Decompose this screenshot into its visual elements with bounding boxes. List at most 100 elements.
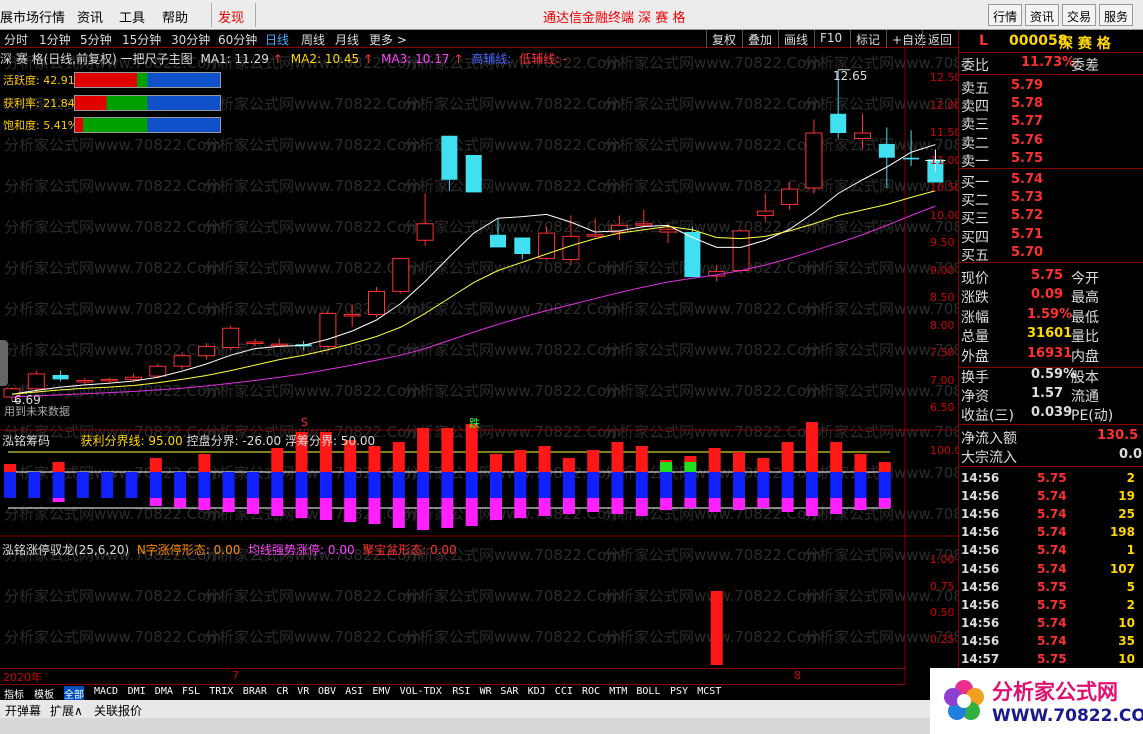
chip-bar-magenta [490, 498, 502, 520]
indicator-tab-cci[interactable]: CCI [555, 686, 573, 697]
period-daily[interactable]: 日线 [265, 31, 289, 48]
menu-help[interactable]: 帮助 [162, 7, 188, 26]
chip-bar-blue [611, 472, 624, 498]
trade-button[interactable]: 交易 [1062, 4, 1097, 26]
period-30min[interactable]: 30分钟 [171, 31, 210, 48]
watermark-text: 分析家公式网www.70822.Com [4, 136, 221, 154]
buy-level-label: 买一 [961, 175, 989, 191]
indicator-tab-obv[interactable]: OBV [318, 686, 336, 697]
indicator-tab-rsi[interactable]: RSI [452, 686, 470, 697]
quote-button[interactable]: 行情 [988, 4, 1023, 26]
menu-market[interactable]: 展市场行情 [0, 7, 65, 26]
candle-body-up [732, 230, 750, 271]
indicator-tab-boll[interactable]: BOLL [636, 686, 660, 697]
saturation-gauge-label: 饱和度: 5.41% [3, 119, 79, 132]
menu-news[interactable]: 资讯 [77, 7, 103, 26]
overlay-button[interactable]: 叠加 [742, 30, 777, 48]
expand-toggle[interactable]: 扩展∧ [50, 702, 83, 719]
ma1-label: MA1: 11.29 [200, 52, 269, 66]
watermark-text: 分析家公式网www.70822.Com [404, 218, 621, 236]
mark-button[interactable]: 标记 [850, 30, 885, 48]
menu-separator [211, 3, 212, 27]
chip-bar-blue [417, 472, 430, 498]
tick-time: 14:56 [961, 597, 1000, 612]
indicator-tab-emv[interactable]: EMV [372, 686, 390, 697]
indicator-tab-trix[interactable]: TRIX [209, 686, 233, 697]
watermark-text: 分析家公式网www.70822.Com [204, 136, 421, 154]
indicator-tab-brar[interactable]: BRAR [243, 686, 267, 697]
indicator-tab-fsl[interactable]: FSL [182, 686, 200, 697]
chip-bar-magenta [514, 498, 527, 518]
chip-bar-blue [635, 472, 648, 498]
date-month-8: 8 [794, 669, 801, 682]
indicator-tab-asi[interactable]: ASI [345, 686, 363, 697]
profit-gauge-bar [74, 95, 221, 111]
related-quotes-tab[interactable]: 关联报价 [94, 702, 142, 719]
side-collapse-handle[interactable] [0, 340, 8, 386]
indicator-tab-psy[interactable]: PSY [670, 686, 688, 697]
candle-body-up [659, 228, 677, 233]
watermark-text: 分析家公式网www.70822.Com [4, 259, 221, 277]
net-inflow-label: 净流入额 [961, 431, 1017, 447]
tick-price: 5.74 [1037, 561, 1067, 576]
period-15min[interactable]: 15分钟 [122, 31, 161, 48]
indicator-tab-voltdx[interactable]: VOL-TDX [400, 686, 442, 697]
chip-bar-red [149, 458, 162, 472]
watermark-text: 分析家公式网www.70822.Com [604, 546, 821, 564]
period-60min[interactable]: 60分钟 [218, 31, 257, 48]
chip-bar-blue [28, 472, 41, 498]
tick-volume: 2 [1126, 597, 1135, 612]
chip-bar-magenta [538, 498, 551, 516]
indicator-tab-[interactable]: 指标 [4, 686, 24, 701]
watermark-text: 分析家公式网www.70822.Com [204, 587, 421, 605]
indicator-tab-sar[interactable]: SAR [500, 686, 518, 697]
menu-discover[interactable]: 发现 [218, 7, 244, 26]
back-button[interactable]: 返回 [922, 30, 957, 48]
indicator-tab-[interactable]: 模板 [34, 686, 54, 701]
kline-chart[interactable]: 分析家公式网www.70822.Com分析家公式网www.70822.Com分析… [0, 48, 958, 684]
period-monthly[interactable]: 月线 [335, 31, 359, 48]
period-more[interactable]: 更多 > [369, 31, 407, 48]
draw-line-button[interactable]: 画线 [778, 30, 813, 48]
indicator-tab-dmi[interactable]: DMI [128, 686, 146, 697]
service-button[interactable]: 服务 [1099, 4, 1134, 26]
chip-bar-blue [4, 472, 16, 498]
chip-bar-magenta [52, 498, 65, 502]
period-5min[interactable]: 5分钟 [80, 31, 112, 48]
indicator-tab-vr[interactable]: VR [297, 686, 309, 697]
chip-bar-red [611, 442, 624, 472]
candle-body-down [514, 237, 531, 254]
indicator-tab-mcst[interactable]: MCST [697, 686, 721, 697]
tick-price: 5.74 [1037, 525, 1067, 540]
danmaku-toggle[interactable]: 开弹幕 [5, 702, 41, 719]
indicator-tab-dma[interactable]: DMA [155, 686, 173, 697]
chip-bar-red [781, 442, 794, 472]
news-button[interactable]: 资讯 [1025, 4, 1060, 26]
tick-volume: 107 [1109, 561, 1135, 576]
indicator-tab-wr[interactable]: WR [480, 686, 492, 697]
chip-bar-magenta [319, 498, 332, 520]
indicator-tab-kdj[interactable]: KDJ [528, 686, 546, 697]
period-weekly[interactable]: 周线 [301, 31, 325, 48]
period-1min[interactable]: 1分钟 [39, 31, 71, 48]
indicator-tab-roc[interactable]: ROC [582, 686, 600, 697]
tick-time: 14:56 [961, 561, 1000, 576]
indicator-tab-mtm[interactable]: MTM [609, 686, 627, 697]
site-logo: 分析家公式网 WWW.70822.COM [930, 668, 1143, 734]
indicator-tab-[interactable]: 全部 [64, 686, 84, 701]
block-inflow-value: 0.0 [1119, 447, 1143, 462]
indicator-tab-cr[interactable]: CR [276, 686, 288, 697]
watermark-text: 分析家公式网www.70822.Com [4, 628, 221, 646]
stock-name: 深 赛 格 [1059, 36, 1111, 52]
chip-bar-blue [781, 472, 794, 498]
chip-bar-blue [52, 472, 65, 498]
f10-button[interactable]: F10 [814, 30, 847, 48]
period-timeshare[interactable]: 分时 [4, 31, 28, 48]
indicator-tab-macd[interactable]: MACD [94, 686, 118, 697]
chip-bar-magenta [465, 498, 478, 526]
restore-rights-button[interactable]: 复权 [706, 30, 741, 48]
watermark-text: 分析家公式网www.70822.Com [4, 177, 221, 195]
menu-tools[interactable]: 工具 [119, 7, 145, 26]
chip-bar-red [52, 462, 65, 472]
weibi-value: 11.73% [1021, 55, 1076, 70]
